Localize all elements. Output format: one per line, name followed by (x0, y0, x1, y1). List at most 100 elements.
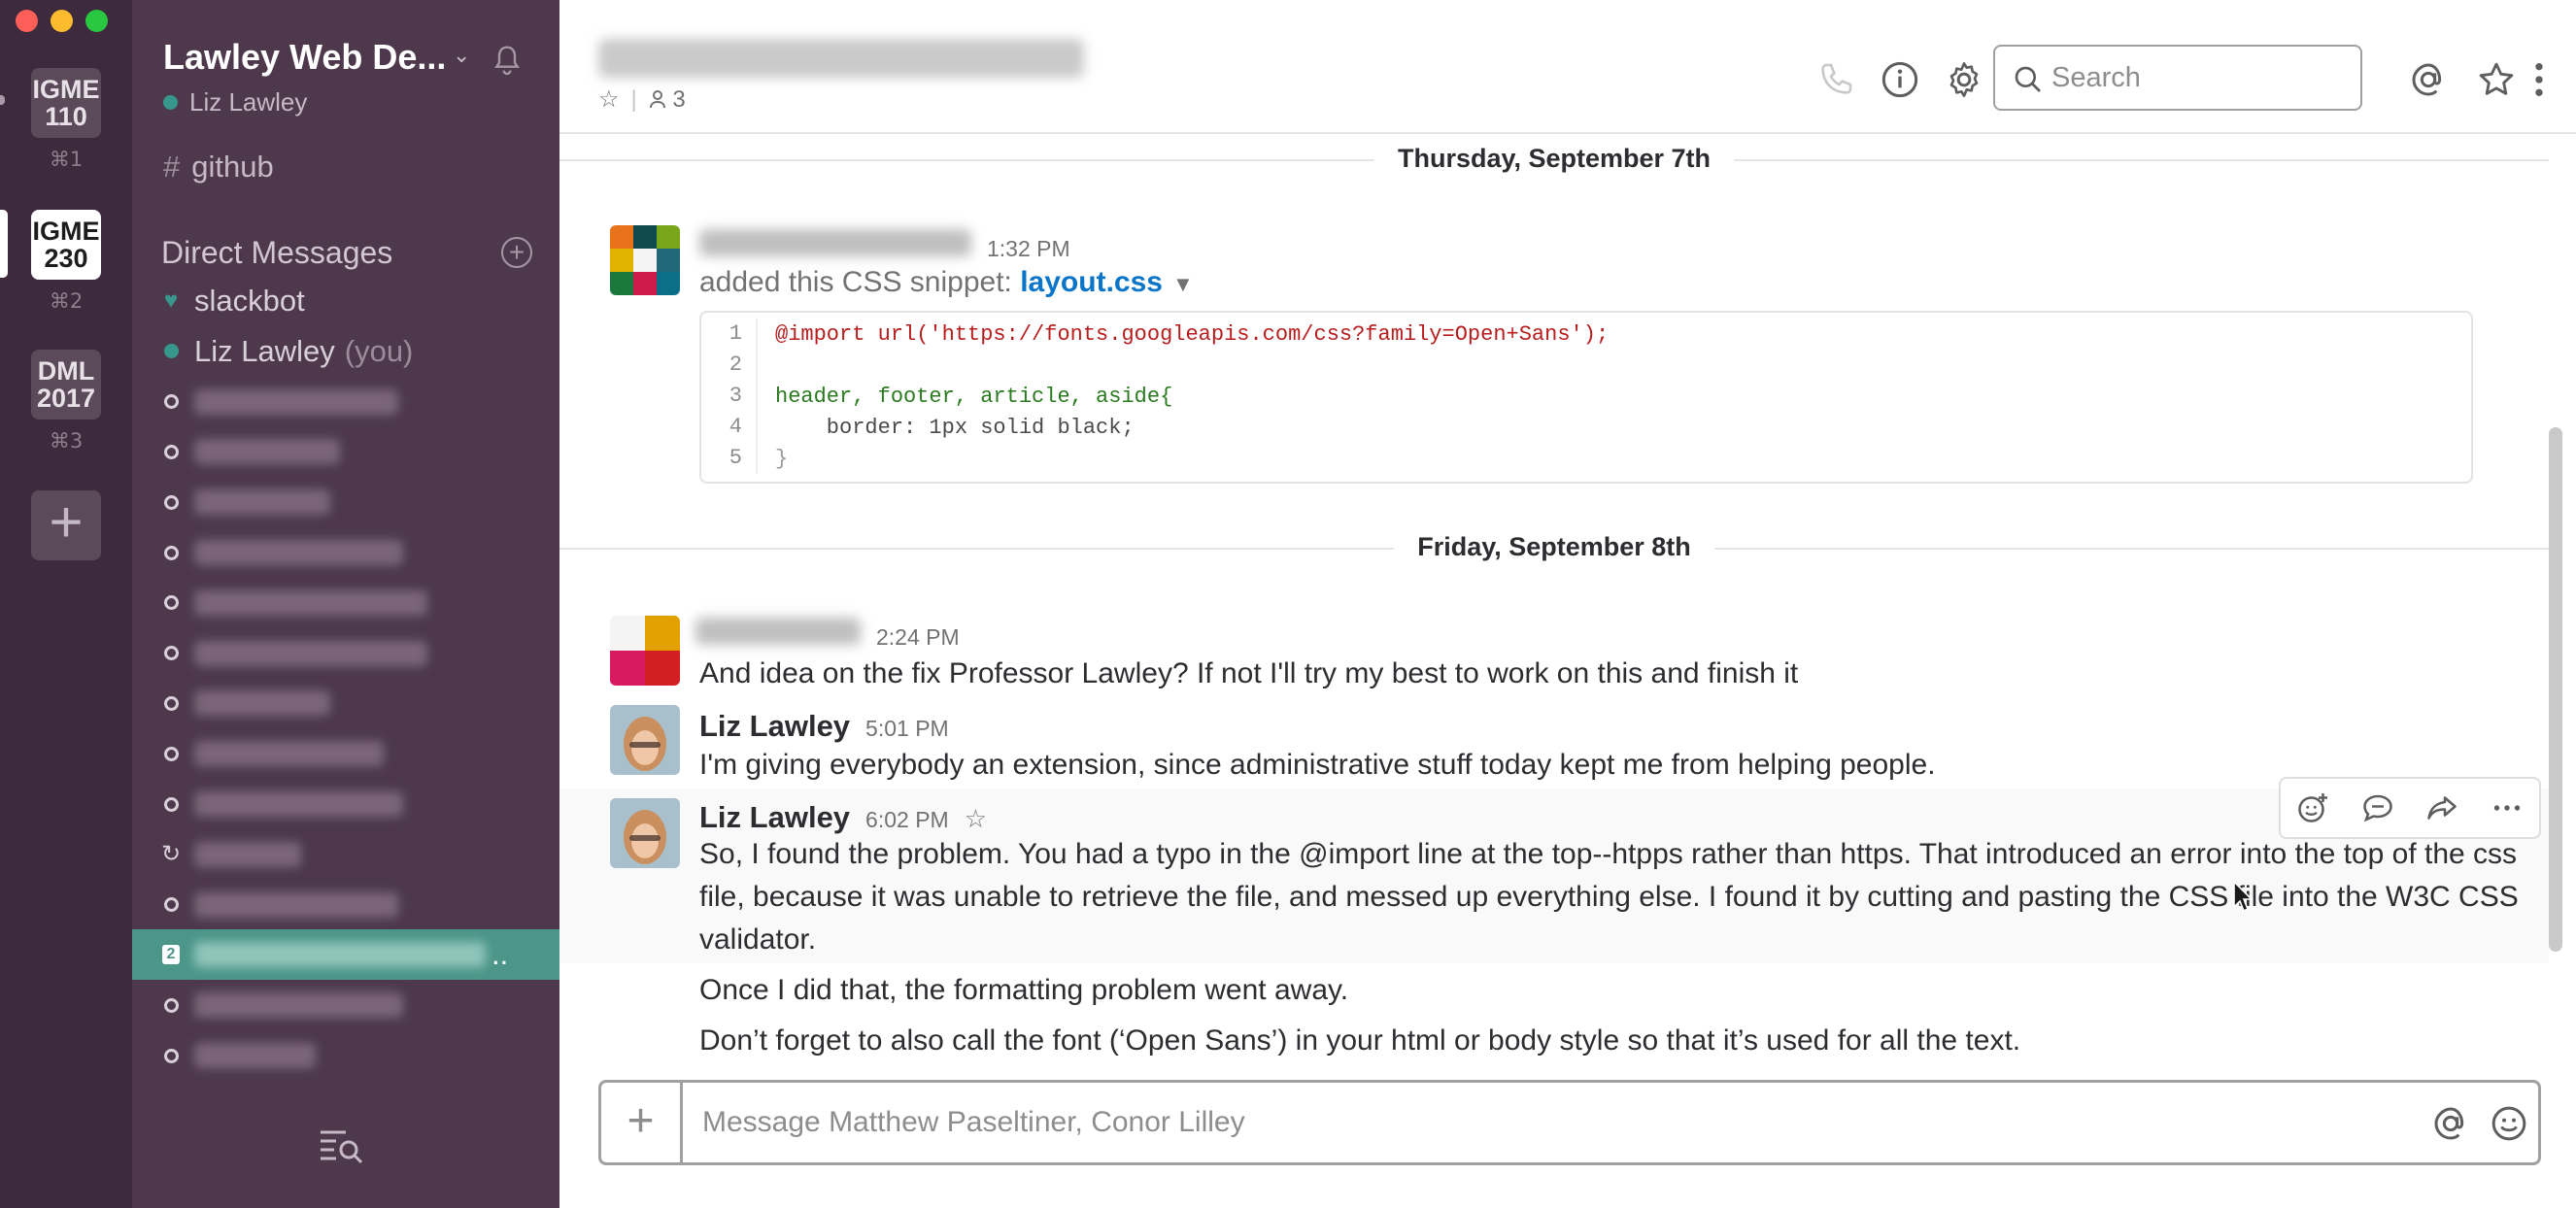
refresh-icon: ↻ (160, 841, 182, 868)
direct-messages-header[interactable]: Direct Messages (161, 235, 392, 271)
dm-item[interactable] (132, 1030, 559, 1081)
avatar[interactable] (610, 705, 680, 775)
message-time[interactable]: 6:02 PM (865, 807, 949, 833)
emoji-icon[interactable] (2490, 1104, 2528, 1143)
message-meta: Liz Lawley 5:01 PM (699, 709, 949, 744)
message-time[interactable]: 2:24 PM (876, 624, 960, 651)
search-list-icon[interactable] (317, 1126, 365, 1165)
avatar-pattern (610, 616, 680, 686)
current-user[interactable]: Liz Lawley (163, 87, 307, 117)
team-dml2017[interactable]: DML 2017 (31, 350, 101, 419)
message-input[interactable]: Message Matthew Paseltiner, Conor Lilley (702, 1106, 1245, 1139)
dm-item[interactable] (132, 728, 559, 779)
heart-icon: ♥ (163, 287, 179, 314)
dm-item[interactable] (132, 880, 559, 930)
dm-item[interactable] (132, 527, 559, 578)
line-number: 4 (701, 412, 758, 443)
search-placeholder: Search (2051, 61, 2141, 93)
gear-icon[interactable] (1945, 60, 1983, 99)
dm-name-redacted (194, 439, 340, 465)
info-icon[interactable] (1881, 60, 1919, 99)
member-count: 3 (672, 85, 686, 113)
away-status-icon (161, 444, 181, 459)
add-reaction-icon[interactable] (2295, 790, 2330, 825)
dm-item[interactable] (132, 477, 559, 527)
channel-name: github (191, 150, 274, 184)
at-mentions-icon[interactable] (2409, 60, 2448, 99)
code-snippet[interactable]: 1 @import url('https://fonts.googleapis.c… (699, 311, 2473, 484)
message-author[interactable]: Liz Lawley (699, 709, 850, 744)
zoom-window-button[interactable] (85, 10, 108, 32)
team-tile-line1: IGME (32, 217, 100, 246)
start-thread-icon[interactable] (2360, 790, 2395, 825)
channel-github[interactable]: # github (163, 150, 274, 185)
dm-item[interactable] (132, 377, 559, 427)
chevron-down-icon[interactable]: ⌄ (453, 43, 470, 68)
close-window-button[interactable] (16, 10, 38, 32)
dm-you-suffix: (you) (344, 333, 414, 368)
dm-item[interactable] (132, 578, 559, 628)
dm-item[interactable] (132, 628, 559, 679)
mouse-cursor-icon (2233, 880, 2254, 913)
away-status-icon (161, 796, 181, 812)
add-direct-message-icon[interactable]: + (501, 237, 532, 268)
star-message-icon[interactable]: ☆ (965, 804, 987, 834)
author-name-redacted[interactable] (699, 229, 971, 256)
line-number: 3 (701, 381, 758, 412)
conversation-title[interactable] (598, 39, 1084, 78)
team-name[interactable]: Lawley Web De... (163, 37, 446, 78)
avatar-pattern (610, 225, 680, 295)
star-icon[interactable]: ☆ (598, 85, 620, 114)
message-time[interactable]: 5:01 PM (865, 716, 949, 742)
dm-item[interactable]: ♥ slackbot (132, 276, 559, 326)
dm-item[interactable]: Liz Lawley (you) (132, 326, 559, 377)
avatar[interactable] (610, 225, 680, 295)
message-meta: 2:24 PM (695, 618, 960, 651)
attach-plus-button[interactable]: + (601, 1083, 683, 1162)
dm-item[interactable] (132, 779, 559, 829)
more-vertical-icon[interactable] (2531, 60, 2547, 99)
dm-item[interactable] (132, 980, 559, 1030)
message-time[interactable]: 1:32 PM (987, 236, 1070, 262)
message-composer[interactable]: + Message Matthew Paseltiner, Conor Lill… (598, 1080, 2541, 1165)
more-actions-icon[interactable] (2490, 790, 2525, 825)
dm-name-redacted (194, 589, 427, 616)
avatar[interactable] (610, 616, 680, 686)
members-button[interactable]: 3 (649, 86, 686, 114)
phone-icon[interactable] (1816, 60, 1855, 99)
avatar[interactable] (610, 798, 680, 868)
bell-icon[interactable] (491, 43, 523, 78)
minimize-window-button[interactable] (51, 10, 73, 32)
dm-item[interactable]: 2.. (132, 929, 559, 981)
away-status-icon (161, 746, 181, 761)
team-shortcut: ⌘2 (49, 289, 84, 313)
author-name-redacted[interactable] (695, 618, 861, 645)
channel-sidebar: Lawley Web De... ⌄ Liz Lawley # github Di… (132, 0, 559, 1208)
line-number: 5 (701, 443, 758, 474)
message-text-followup: Don’t forget to also call the font (‘Ope… (699, 1024, 2021, 1057)
dm-name-redacted (194, 791, 403, 817)
team-igme230[interactable]: IGME 230 (31, 210, 101, 280)
add-team-button[interactable]: + (31, 490, 101, 560)
starred-items-icon[interactable] (2477, 60, 2516, 99)
conversation-header: ☆ | 3 Search (559, 0, 2576, 134)
team-igme110[interactable]: IGME 110 (31, 68, 101, 138)
dm-item[interactable]: ↻ (132, 829, 559, 880)
away-status-icon (161, 897, 181, 913)
code-line: 5} (701, 443, 2471, 474)
mention-icon[interactable] (2431, 1104, 2470, 1143)
snippet-file-link[interactable]: layout.css (1020, 266, 1163, 298)
dm-item[interactable] (132, 426, 559, 477)
message-text-followup: Once I did that, the formatting problem … (699, 974, 1349, 1006)
search-input[interactable]: Search (1993, 45, 2362, 111)
scrollbar[interactable] (2549, 427, 2562, 952)
dm-item[interactable] (132, 678, 559, 728)
caret-down-icon[interactable]: ▼ (1172, 272, 1194, 296)
share-message-icon[interactable] (2424, 790, 2459, 825)
day-label: Friday, September 8th (1394, 532, 1714, 562)
dm-name-redacted (194, 540, 403, 565)
message-author[interactable]: Liz Lawley (699, 800, 850, 835)
line-number: 2 (701, 350, 758, 381)
code-line: 2 (701, 350, 2471, 381)
avatar-photo (610, 705, 680, 775)
